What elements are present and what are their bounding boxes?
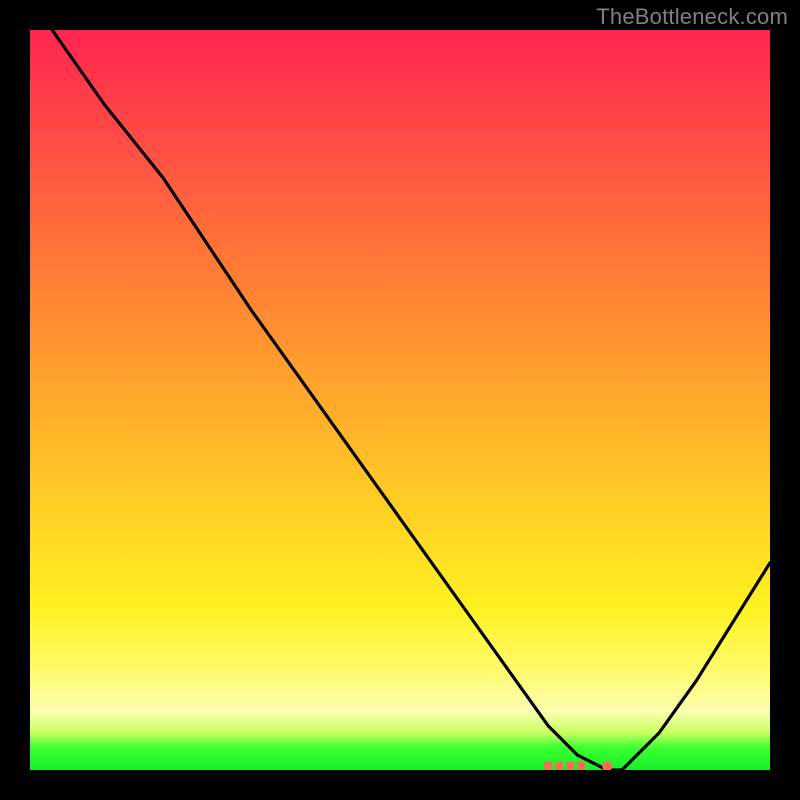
min-marker-chip [566, 762, 574, 770]
min-marker-chip [544, 762, 552, 770]
min-marker-dot [602, 761, 612, 770]
curve-layer [30, 30, 770, 770]
bottleneck-curve [52, 30, 770, 770]
plot-area [30, 30, 770, 770]
min-marker-chip [555, 762, 563, 770]
chart-frame: TheBottleneck.com [0, 0, 800, 800]
watermark-label: TheBottleneck.com [596, 4, 788, 30]
min-marker-chip [577, 762, 585, 770]
